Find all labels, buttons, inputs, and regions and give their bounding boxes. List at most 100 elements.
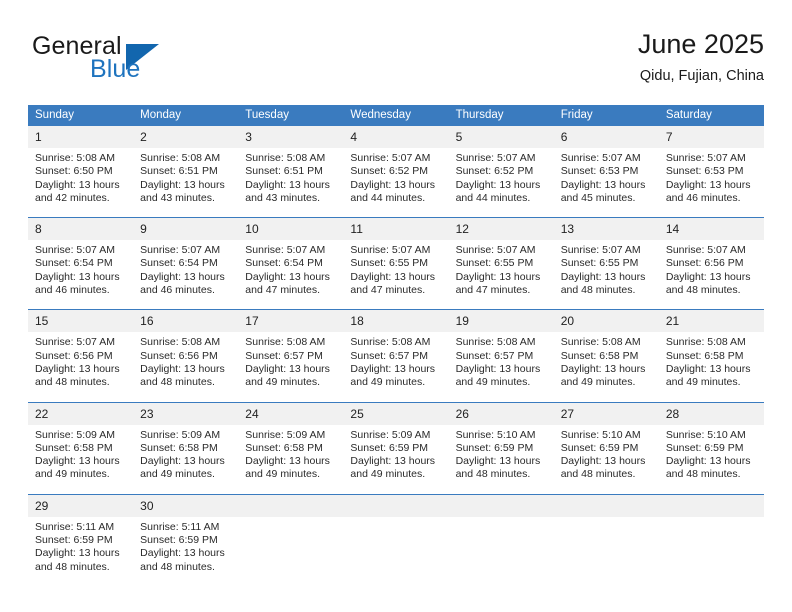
day-cell: Sunrise: 5:07 AM Sunset: 6:56 PM Daylight:… <box>658 240 764 310</box>
day-number[interactable]: 26 <box>448 402 554 425</box>
day-number[interactable]: 21 <box>658 310 764 333</box>
day-number[interactable]: 25 <box>343 402 449 425</box>
day-cell: Sunrise: 5:07 AM Sunset: 6:55 PM Daylight:… <box>343 240 449 310</box>
day-number[interactable]: 30 <box>133 494 239 517</box>
day-number[interactable]: 18 <box>343 310 449 333</box>
sunrise-text: Sunrise: 5:07 AM <box>350 152 431 164</box>
day-cell: Sunrise: 5:08 AM Sunset: 6:58 PM Daylight:… <box>553 332 659 403</box>
daylight-text-line2: and 48 minutes. <box>455 468 531 481</box>
day-number[interactable]: 15 <box>28 310 134 333</box>
sunset-text: Sunset: 6:58 PM <box>35 441 113 454</box>
day-number[interactable]: 23 <box>133 402 239 425</box>
sunrise-text: Sunrise: 5:08 AM <box>350 336 431 349</box>
day-cell: Sunrise: 5:07 AM Sunset: 6:54 PM Daylight:… <box>28 240 134 310</box>
day-number[interactable]: 10 <box>238 218 344 241</box>
day-cell: Sunrise: 5:08 AM Sunset: 6:51 PM Daylight:… <box>133 148 239 218</box>
day-cell: Sunrise: 5:07 AM Sunset: 6:54 PM Daylight:… <box>238 240 344 310</box>
daylight-text-line2: and 48 minutes. <box>560 468 636 481</box>
daylight-text-line2: and 49 minutes. <box>560 376 636 389</box>
sunrise-text: Sunrise: 5:10 AM <box>455 428 536 441</box>
day-number[interactable]: 28 <box>658 402 764 425</box>
day-cell: Sunrise: 5:07 AM Sunset: 6:55 PM Daylight:… <box>448 240 554 310</box>
daylight-text-line1: Daylight: 13 hours <box>245 362 330 375</box>
day-number[interactable]: 6 <box>553 126 659 148</box>
week-2-detail-row: Sunrise: 5:07 AM Sunset: 6:54 PM Daylight:… <box>28 240 764 310</box>
daylight-text-line1: Daylight: 13 hours <box>140 547 225 560</box>
day-cell: Sunrise: 5:07 AM Sunset: 6:52 PM Daylight:… <box>343 148 449 218</box>
weekday-header-monday: Monday <box>133 105 239 126</box>
daylight-text-line2: and 47 minutes. <box>350 284 426 297</box>
sunset-text: Sunset: 6:59 PM <box>140 534 218 547</box>
day-number[interactable]: 19 <box>448 310 554 333</box>
day-number[interactable]: 1 <box>28 126 134 148</box>
day-number[interactable]: 13 <box>553 218 659 241</box>
day-cell-empty <box>238 516 344 586</box>
sunset-text: Sunset: 6:55 PM <box>350 257 429 270</box>
day-number[interactable]: 29 <box>28 494 134 517</box>
daylight-text-line1: Daylight: 13 hours <box>140 362 225 375</box>
sunrise-text: Sunrise: 5:07 AM <box>560 244 641 257</box>
sunrise-text: Sunrise: 5:10 AM <box>560 428 641 441</box>
day-number[interactable]: 16 <box>133 310 239 333</box>
day-number[interactable]: 2 <box>133 126 239 148</box>
day-cell: Sunrise: 5:10 AM Sunset: 6:59 PM Daylight:… <box>658 424 764 495</box>
day-cell: Sunrise: 5:09 AM Sunset: 6:58 PM Daylight:… <box>28 424 134 495</box>
weekday-header-thursday: Thursday <box>448 105 554 126</box>
day-number[interactable]: 4 <box>343 126 449 148</box>
sunset-text: Sunset: 6:52 PM <box>455 165 534 178</box>
sunset-text: Sunset: 6:55 PM <box>560 257 639 270</box>
day-number[interactable]: 11 <box>343 218 449 241</box>
day-number[interactable]: 24 <box>238 402 344 425</box>
daylight-text-line1: Daylight: 13 hours <box>35 270 120 283</box>
weekday-header-sunday: Sunday <box>28 105 134 126</box>
sunset-text: Sunset: 6:58 PM <box>245 441 323 454</box>
sunrise-text: Sunrise: 5:09 AM <box>245 428 326 441</box>
day-number[interactable]: 27 <box>553 402 659 425</box>
page-subtitle-location: Qidu, Fujian, China <box>639 68 764 84</box>
week-4-detail-row: Sunrise: 5:09 AM Sunset: 6:58 PM Daylight:… <box>28 424 764 495</box>
daylight-text-line1: Daylight: 13 hours <box>35 178 120 191</box>
daylight-text-line1: Daylight: 13 hours <box>560 178 646 191</box>
day-number[interactable]: 5 <box>448 126 554 148</box>
daylight-text-line1: Daylight: 13 hours <box>665 455 751 468</box>
daylight-text-line2: and 48 minutes. <box>560 284 636 297</box>
daylight-text-line2: and 43 minutes. <box>245 191 320 204</box>
sunset-text: Sunset: 6:58 PM <box>560 349 639 362</box>
sunrise-text: Sunrise: 5:11 AM <box>35 520 115 533</box>
day-cell: Sunrise: 5:07 AM Sunset: 6:53 PM Daylight:… <box>658 148 764 218</box>
daylight-text-line1: Daylight: 13 hours <box>245 178 330 191</box>
daylight-text-line1: Daylight: 13 hours <box>665 362 751 375</box>
sunrise-text: Sunrise: 5:08 AM <box>665 336 746 349</box>
sunset-text: Sunset: 6:59 PM <box>35 534 113 547</box>
day-cell: Sunrise: 5:09 AM Sunset: 6:59 PM Daylight:… <box>343 424 449 495</box>
daylight-text-line2: and 47 minutes. <box>245 284 320 297</box>
day-cell-empty <box>343 516 449 586</box>
general-blue-logo[interactable]: General Blue <box>28 32 248 92</box>
day-cell: Sunrise: 5:08 AM Sunset: 6:57 PM Daylight:… <box>448 332 554 403</box>
daylight-text-line2: and 49 minutes. <box>245 468 320 481</box>
day-number-empty <box>343 494 449 517</box>
day-number[interactable]: 9 <box>133 218 239 241</box>
daylight-text-line1: Daylight: 13 hours <box>455 455 541 468</box>
week-2-daynum-row: 8 9 10 11 12 13 14 <box>28 218 764 241</box>
day-cell: Sunrise: 5:08 AM Sunset: 6:56 PM Daylight:… <box>133 332 239 403</box>
day-number[interactable]: 3 <box>238 126 344 148</box>
sunrise-text: Sunrise: 5:07 AM <box>35 336 115 349</box>
page-header: General Blue June 2025 Qidu, Fujian, Chi… <box>28 28 764 100</box>
day-number[interactable]: 17 <box>238 310 344 333</box>
day-number[interactable]: 14 <box>658 218 764 241</box>
daylight-text-line2: and 48 minutes. <box>665 468 741 481</box>
day-number[interactable]: 7 <box>658 126 764 148</box>
weekday-header-row: Sunday Monday Tuesday Wednesday Thursday… <box>28 105 764 126</box>
day-number[interactable]: 20 <box>553 310 659 333</box>
daylight-text-line2: and 49 minutes. <box>455 376 531 389</box>
sunset-text: Sunset: 6:55 PM <box>455 257 534 270</box>
day-number[interactable]: 22 <box>28 402 134 425</box>
day-cell: Sunrise: 5:10 AM Sunset: 6:59 PM Daylight:… <box>553 424 659 495</box>
sunset-text: Sunset: 6:59 PM <box>560 441 639 454</box>
daylight-text-line1: Daylight: 13 hours <box>245 270 330 283</box>
sunset-text: Sunset: 6:54 PM <box>140 257 218 270</box>
daylight-text-line1: Daylight: 13 hours <box>245 455 330 468</box>
day-number[interactable]: 12 <box>448 218 554 241</box>
day-number[interactable]: 8 <box>28 218 134 241</box>
